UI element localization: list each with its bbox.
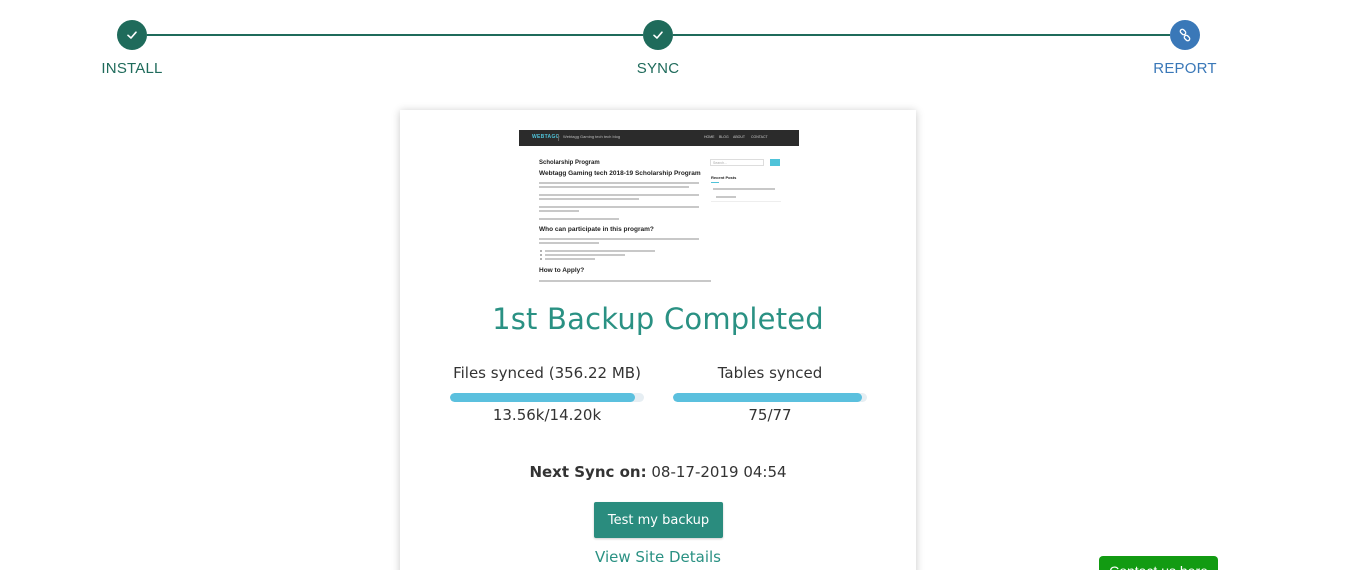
preview-menu-item: HOME — [704, 135, 715, 139]
preview-text-line — [539, 238, 699, 240]
next-sync-value: 08-17-2019 04:54 — [651, 463, 787, 481]
step-report-label: REPORT — [1153, 60, 1217, 77]
preview-menu-item: ABOUT — [733, 135, 746, 139]
backup-summary-card: WEBTAGG Webtagg Gaming tech tech blog HO… — [400, 110, 916, 570]
stepper-connector — [673, 34, 1170, 36]
step-install-label: INSTALL — [101, 60, 163, 77]
preview-menu-item: BLOG — [719, 135, 729, 139]
progress-stepper: INSTALL SYNC REPORT — [0, 0, 1367, 100]
tables-synced-label: Tables synced — [717, 364, 823, 382]
tables-progress-fill — [673, 393, 862, 402]
preview-sidebar-search-placeholder: Search... — [713, 161, 728, 165]
site-preview-thumbnail: WEBTAGG Webtagg Gaming tech tech blog HO… — [519, 130, 799, 290]
tables-synced-stat: Tables synced 75/77 — [673, 363, 867, 425]
next-sync-label: Next Sync on: — [529, 463, 647, 481]
preview-sidebar-search-button — [770, 159, 780, 166]
step-report-link-icon — [1170, 20, 1200, 50]
preview-sidebar-search: Search... — [710, 159, 764, 166]
preview-text-line — [539, 242, 599, 244]
step-sync-label: SYNC — [636, 60, 680, 77]
preview-section-heading: How to Apply? — [539, 267, 585, 274]
backup-status-title: 1st Backup Completed — [492, 302, 824, 336]
preview-page-heading: Scholarship Program — [539, 160, 600, 166]
files-progress-fill — [450, 393, 636, 402]
preview-divider — [711, 201, 781, 202]
stepper-connector — [147, 34, 643, 36]
preview-bullet — [540, 250, 542, 252]
files-synced-count: 13.56k/14.20k — [492, 406, 602, 424]
step-install-check-icon — [117, 20, 147, 50]
next-sync-info: Next Sync on: 08-17-2019 04:54 — [400, 463, 916, 481]
preview-underline — [711, 182, 719, 183]
tables-synced-count: 75/77 — [748, 406, 792, 424]
preview-brand: WEBTAGG — [532, 134, 560, 140]
preview-sidebar-heading: Recent Posts — [711, 175, 737, 180]
view-site-details-link[interactable]: View Site Details — [400, 548, 916, 566]
preview-text-line — [539, 218, 619, 220]
preview-text-line — [545, 254, 625, 256]
preview-text-line — [539, 210, 579, 212]
preview-nav-divider — [558, 134, 559, 141]
preview-text-line — [716, 196, 736, 198]
preview-section-heading: Who can participate in this program? — [539, 226, 654, 233]
contact-us-button[interactable]: Contact us here — [1099, 556, 1218, 570]
test-backup-button[interactable]: Test my backup — [594, 502, 723, 538]
preview-text-line — [539, 194, 699, 196]
preview-bullet — [540, 254, 542, 256]
preview-text-line — [545, 258, 595, 260]
preview-text-line — [539, 280, 711, 282]
page: INSTALL SYNC REPORT WEBTAGG Webtagg Gami… — [0, 0, 1367, 570]
files-progress-bar — [450, 393, 644, 402]
step-sync-check-icon — [643, 20, 673, 50]
preview-text-line — [539, 198, 639, 200]
preview-navbar: WEBTAGG Webtagg Gaming tech tech blog HO… — [519, 130, 799, 146]
preview-menu-item: CONTACT — [751, 135, 768, 139]
preview-text-line — [713, 188, 775, 190]
preview-tagline: Webtagg Gaming tech tech blog — [563, 134, 621, 139]
preview-text-line — [539, 186, 689, 188]
preview-text-line — [539, 182, 699, 184]
preview-bullet — [540, 258, 542, 260]
files-synced-label: Files synced (356.22 MB) — [453, 364, 641, 382]
preview-post-title: Webtagg Gaming tech 2018-19 Scholarship … — [539, 170, 701, 177]
preview-text-line — [539, 206, 699, 208]
preview-text-line — [545, 250, 655, 252]
files-synced-stat: Files synced (356.22 MB) 13.56k/14.20k — [450, 363, 644, 425]
tables-progress-bar — [673, 393, 867, 402]
